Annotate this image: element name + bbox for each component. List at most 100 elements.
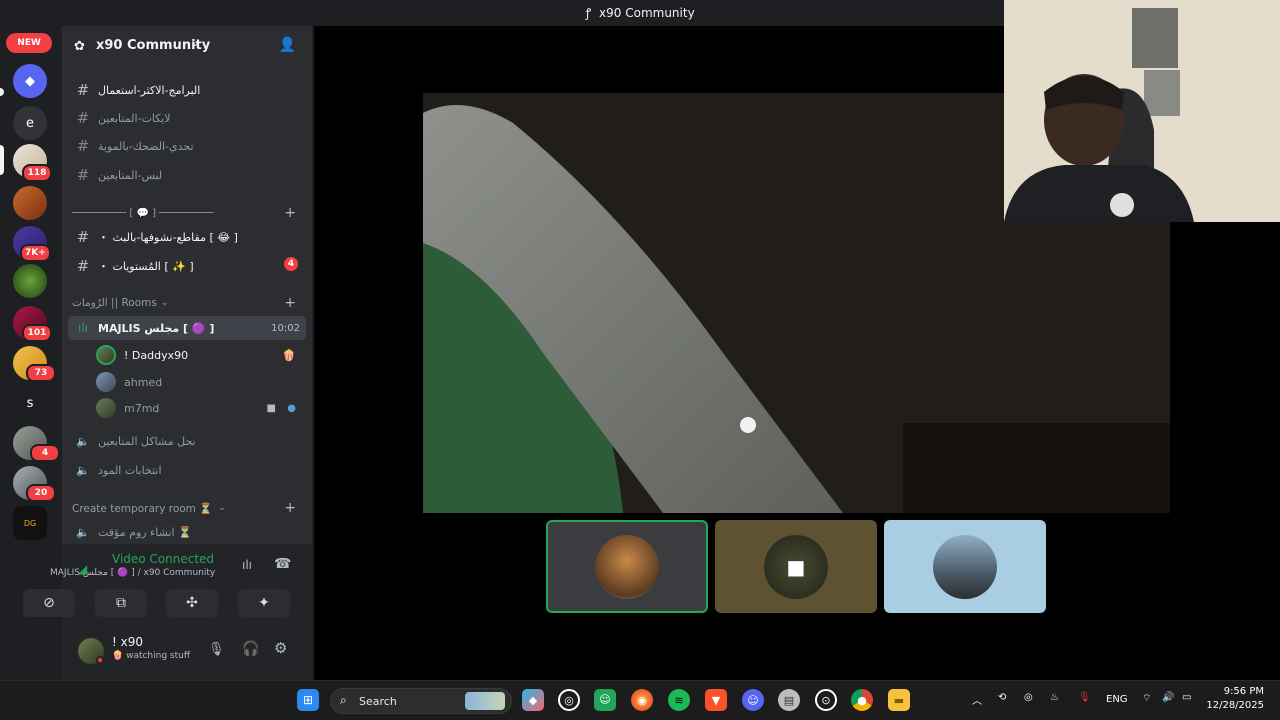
discord-icon: ◆: [25, 73, 35, 89]
activity-icon: ●: [287, 402, 296, 414]
text-channel[interactable]: # لبس-المتابعين: [68, 163, 306, 187]
battery-icon[interactable]: ▭: [1182, 692, 1191, 703]
text-channel[interactable]: # البرامج-الاكثر-استعمال: [68, 78, 306, 102]
sync-icon[interactable]: ⟲: [998, 692, 1006, 703]
voice-channel[interactable]: 🔈 انتخابات المود: [68, 458, 306, 482]
selected-pill: [0, 145, 4, 175]
discord-taskbar-icon[interactable]: ☺: [594, 689, 616, 711]
soundboard-icon: ✦: [258, 595, 270, 611]
chevron-down-icon: ⌄: [191, 38, 200, 49]
unread-badge: 4: [284, 257, 298, 271]
video-camera-icon: ■: [266, 402, 276, 414]
app-icon[interactable]: ▤: [778, 689, 800, 711]
chevron-up-icon[interactable]: ︿: [972, 692, 982, 707]
headphones-icon[interactable]: 🎧: [242, 641, 259, 657]
activity-icon: 🍿: [112, 651, 127, 661]
search-icon: ⌕: [340, 693, 347, 707]
taskbar-clock[interactable]: 9:56 PM 12/28/2025: [1206, 685, 1264, 713]
discord-app-icon[interactable]: ☺: [742, 689, 764, 711]
user-panel: ! x90 🍿 watching stuff 🎙 🎧 ⚙: [62, 628, 312, 680]
camera-off-icon: ⊘: [43, 595, 55, 611]
avatar: [96, 345, 116, 365]
noise-suppression-icon[interactable]: ılı: [242, 558, 252, 572]
server-icon[interactable]: e: [13, 106, 47, 140]
voice-member[interactable]: ahmed: [96, 370, 302, 394]
copilot-icon[interactable]: ◆: [522, 689, 544, 711]
hash-icon: #: [76, 228, 90, 246]
voice-location[interactable]: MAJLIS مجلس [ 🟣 ] / x90 Community: [50, 568, 215, 578]
camera-off-button[interactable]: ⊘: [23, 589, 75, 617]
participant-avatar: [595, 534, 659, 599]
text-channel[interactable]: # ・ مقاطع-نشوفها-بالبث [ 😂 ]: [68, 225, 306, 249]
taskbar-search[interactable]: ⌕ Search: [330, 688, 512, 714]
voice-status[interactable]: Video Connected: [112, 552, 214, 566]
server-header[interactable]: ✿ x90 Community ⌄ 👤: [62, 34, 312, 60]
mention-badge: 4: [30, 444, 60, 462]
participant-tile[interactable]: [884, 520, 1046, 613]
chevron-down-icon: ⌄: [160, 298, 169, 308]
server-icon[interactable]: s: [13, 386, 47, 420]
text-channel[interactable]: # لايكات-المتابعين: [68, 106, 306, 130]
server-icon[interactable]: [13, 186, 47, 220]
screen: ꝭ x90 Community NEW ◆ e 118 7K+ 101 73 s …: [0, 0, 1280, 720]
new-badge[interactable]: NEW: [6, 33, 52, 53]
participant-avatar: [933, 534, 997, 599]
app-icon[interactable]: ◎: [558, 689, 580, 711]
category-divider[interactable]: ───────── [ 💬 ] ───────── +: [72, 204, 304, 222]
spotify-icon[interactable]: ≋: [668, 689, 690, 711]
server-icon[interactable]: [13, 264, 47, 298]
server-icon[interactable]: DG: [13, 506, 47, 540]
voice-channel-active[interactable]: ılı MAJLIS مجلس [ 🟣 ] 10:02: [68, 316, 306, 340]
voice-member[interactable]: ! Daddyx90 🍿: [96, 343, 302, 367]
invite-people-icon[interactable]: 👤: [279, 37, 296, 53]
volume-icon[interactable]: 🔊: [1162, 692, 1174, 703]
soundboard-button[interactable]: ✦: [238, 589, 290, 617]
add-channel-icon[interactable]: +: [284, 295, 296, 311]
hash-icon: #: [76, 257, 90, 275]
add-channel-icon[interactable]: +: [284, 205, 296, 221]
activities-icon: ✣: [186, 595, 198, 611]
category-rooms[interactable]: الرُومات || Rooms ⌄ +: [72, 294, 304, 312]
participant-tile[interactable]: ■: [715, 520, 877, 613]
username[interactable]: ! x90: [112, 635, 143, 649]
search-highlight-icon: [465, 692, 505, 710]
voice-channel[interactable]: 🔈 انشاء روم مؤقت ⏳: [68, 520, 306, 544]
screen-share-button[interactable]: ⧉: [95, 589, 147, 617]
hash-icon: #: [76, 166, 90, 184]
webcam-overlay: [1004, 0, 1280, 222]
activities-button[interactable]: ✣: [166, 589, 218, 617]
user-status: 🍿 watching stuff: [112, 651, 191, 661]
disconnect-icon[interactable]: ☎: [274, 556, 291, 572]
participant-tile-speaking[interactable]: [546, 520, 708, 613]
channel-sidebar: ✿ x90 Community ⌄ 👤 # البرامج-الاكثر-استع…: [62, 26, 312, 544]
text-channel[interactable]: # تحدي-الضحك-بالموية: [68, 134, 306, 158]
category-temporary[interactable]: Create temporary room ⏳ ⌄ +: [72, 499, 304, 517]
voice-channel[interactable]: 🔈 نحل مشاكل المتابعين: [68, 429, 306, 453]
wifi-icon[interactable]: ⌔: [1142, 692, 1151, 705]
speaker-icon: 🔈: [76, 525, 90, 539]
app-icon[interactable]: ⊙: [815, 689, 837, 711]
screen-share-icon: ⧉: [116, 595, 126, 611]
text-channel[interactable]: # ・ المُستويات [ ✨ ] 4: [68, 254, 306, 278]
settings-gear-icon[interactable]: ⚙: [274, 639, 287, 657]
discord-title-icon: ꝭ: [585, 6, 592, 20]
server-logo-icon: ✿: [74, 39, 85, 54]
steam-icon[interactable]: ♨: [1050, 692, 1059, 703]
home-button[interactable]: ◆: [13, 64, 47, 98]
app-tray-icon[interactable]: ◎: [1024, 692, 1033, 703]
chevron-down-icon: ⌄: [218, 503, 226, 513]
mention-badge: 20: [26, 484, 56, 502]
hash-icon: #: [76, 109, 90, 127]
microphone-icon[interactable]: 🎙: [208, 642, 225, 657]
firefox-icon[interactable]: ◉: [631, 689, 653, 711]
speaker-locked-icon: 🔈: [76, 434, 90, 448]
brave-icon[interactable]: ▼: [705, 689, 727, 711]
add-channel-icon[interactable]: +: [284, 500, 296, 516]
microphone-tray-icon[interactable]: 🎙: [1078, 692, 1091, 703]
language-indicator[interactable]: ENG: [1106, 694, 1128, 705]
chrome-icon[interactable]: ●: [851, 689, 873, 711]
voice-member[interactable]: m7md ■ ●: [96, 396, 302, 420]
speaker-locked-icon: 🔈: [76, 463, 90, 477]
file-explorer-icon[interactable]: ▬: [888, 689, 910, 711]
windows-start-icon[interactable]: ⊞: [297, 689, 319, 711]
